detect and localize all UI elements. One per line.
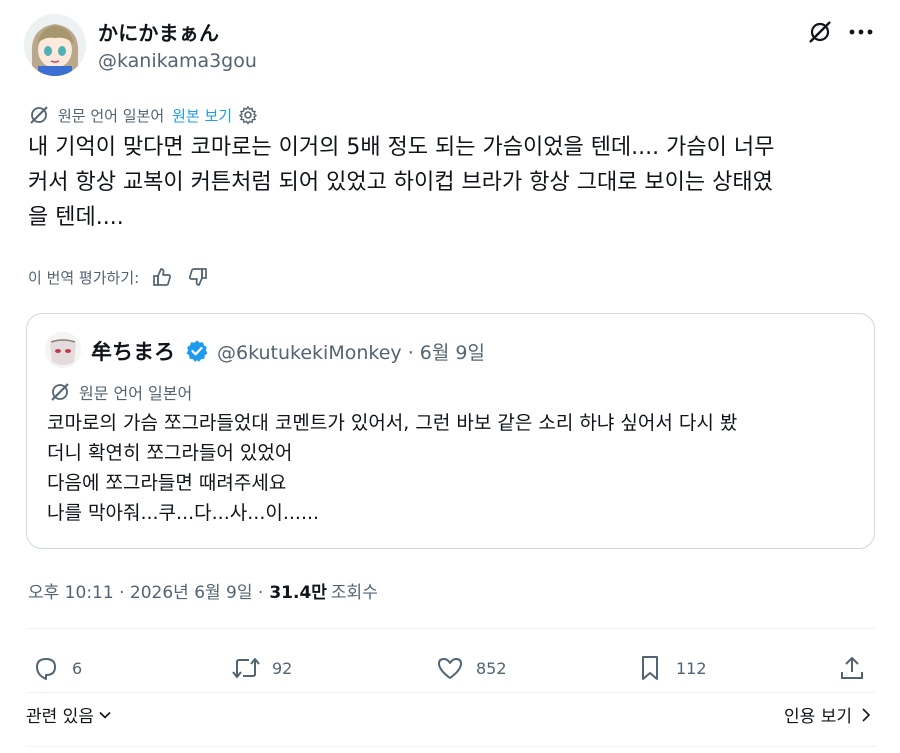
view-quotes-link[interactable]: 인용 보기 <box>784 702 872 727</box>
related-dropdown[interactable]: 관련 있음 <box>26 702 112 727</box>
action-bar: 6 92 852 112 <box>26 646 876 690</box>
tweet-header: かにかまぁん @kanikama3gou <box>24 14 876 80</box>
views-count: 31.4만 <box>269 583 327 603</box>
chevron-down-icon <box>98 708 112 722</box>
author-avatar[interactable] <box>24 14 86 76</box>
like-button[interactable]: 852 <box>434 652 507 684</box>
translation-bar: 원문 언어 일본어 원본 보기 <box>28 102 258 128</box>
quoted-text-line: 나를 막아줘...쿠...다...사...이...... <box>47 502 320 524</box>
rate-translation: 이 번역 평가하기: <box>28 264 211 290</box>
tweet-text-line: 내 기억이 맞다면 코마로는 이거의 5배 정도 되는 가슴이었을 텐데....… <box>28 135 775 160</box>
tweet-footer: 관련 있음 인용 보기 <box>26 702 876 728</box>
repost-icon <box>230 652 262 684</box>
author-display-name[interactable]: かにかまぁん <box>98 17 219 46</box>
chevron-right-icon <box>860 707 872 723</box>
share-icon <box>836 652 868 684</box>
bookmark-count: 112 <box>676 658 707 678</box>
quoted-author-avatar[interactable] <box>45 332 81 368</box>
tweet-text-line: 을 텐데.... <box>28 205 124 230</box>
quoted-tweet[interactable]: 牟ちまろ @6kutukekiMonkey · 6월 9일 원문 언어 일본어 … <box>26 313 875 549</box>
repost-count: 92 <box>272 658 293 678</box>
quoted-text-line: 다음에 쪼그라들면 때려주세요 <box>47 472 287 494</box>
quoted-text-line: 코마로의 가슴 쪼그라들었대 코멘트가 있어서, 그런 바보 같은 소리 하냐 … <box>47 412 738 434</box>
divider <box>26 692 876 693</box>
quoted-tweet-text: 코마로의 가슴 쪼그라들었대 코멘트가 있어서, 그런 바보 같은 소리 하냐 … <box>47 408 867 528</box>
reply-button[interactable]: 6 <box>30 652 82 684</box>
bookmark-icon <box>634 652 666 684</box>
tweet-meta: 오후 10:11 · 2026년 6월 9일 · 31.4만 조회수 <box>28 578 378 603</box>
more-options-icon[interactable] <box>846 18 876 46</box>
view-quotes-label: 인용 보기 <box>784 707 852 727</box>
tweet-timestamp[interactable]: 오후 10:11 · 2026년 6월 9일 · <box>28 578 263 603</box>
thumbs-down-icon[interactable] <box>187 265 211 289</box>
like-count: 852 <box>476 658 507 678</box>
rate-translation-label: 이 번역 평가하기: <box>28 268 140 287</box>
quoted-translation-bar: 원문 언어 일본어 <box>49 380 192 404</box>
tweet-text-line: 커서 항상 교복이 커튼처럼 되어 있었고 하이컵 브라가 항상 그대로 보이는… <box>28 170 773 195</box>
share-button[interactable] <box>836 652 878 684</box>
author-handle[interactable]: @kanikama3gou <box>98 50 257 72</box>
translate-icon <box>49 381 71 403</box>
reply-icon <box>30 652 62 684</box>
repost-button[interactable]: 92 <box>230 652 292 684</box>
related-label: 관련 있음 <box>26 707 94 727</box>
translation-source-label: 원문 언어 일본어 <box>58 106 165 125</box>
quoted-author-handle-date[interactable]: @6kutukekiMonkey · 6월 9일 <box>217 338 485 365</box>
quoted-author-display-name[interactable]: 牟ちまろ <box>91 336 175 366</box>
divider <box>26 746 876 747</box>
show-original-link[interactable]: 원본 보기 <box>172 105 232 126</box>
divider <box>26 628 876 629</box>
bookmark-button[interactable]: 112 <box>634 652 707 684</box>
thumbs-up-icon[interactable] <box>151 265 175 289</box>
tweet-text: 내 기억이 맞다면 코마로는 이거의 5배 정도 되는 가슴이었을 텐데....… <box>28 130 868 235</box>
gear-icon[interactable] <box>238 105 258 125</box>
heart-icon <box>434 652 466 684</box>
quoted-translation-label: 원문 언어 일본어 <box>79 384 193 403</box>
views-label: 조회수 <box>330 583 378 603</box>
reply-count: 6 <box>72 658 83 678</box>
verified-badge-icon <box>185 339 209 363</box>
quoted-text-line: 더니 확연히 쪼그라들어 있었어 <box>47 442 293 464</box>
translate-icon <box>28 104 50 126</box>
grok-icon[interactable] <box>806 18 834 46</box>
